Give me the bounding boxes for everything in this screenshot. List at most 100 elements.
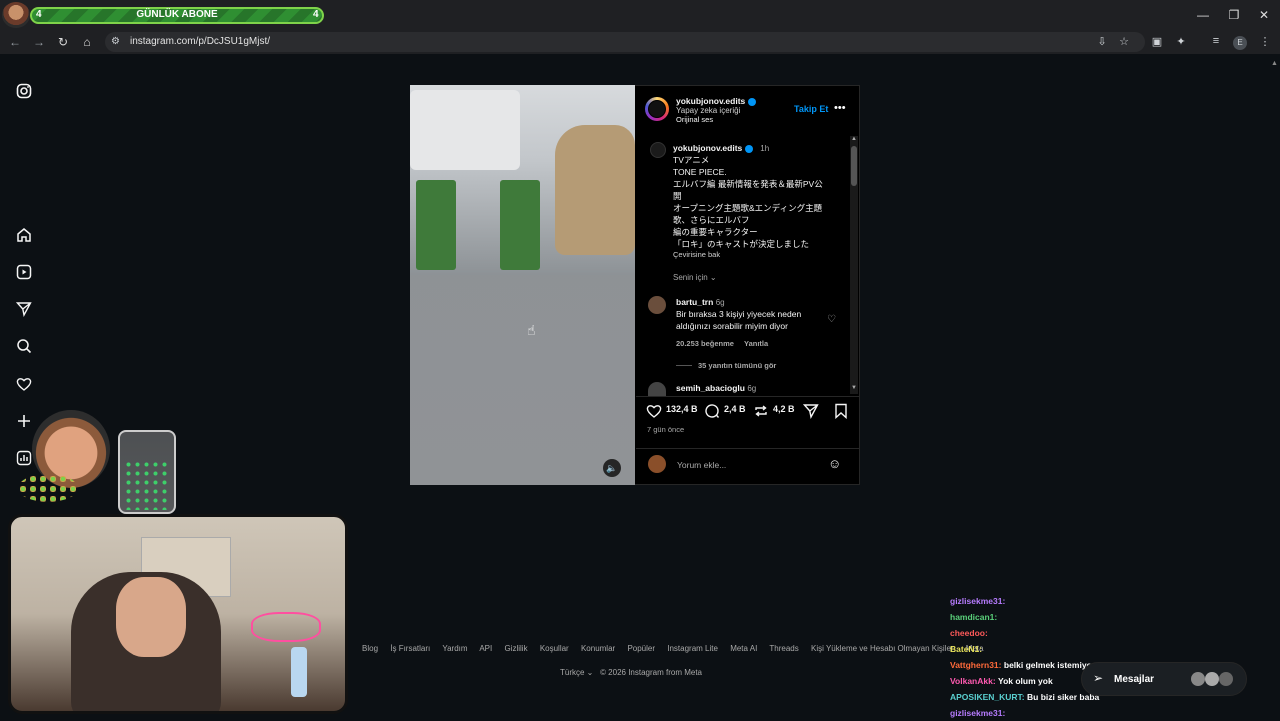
send-icon: ➢ (1093, 671, 1104, 685)
caption-text: TVアニメ TONE PIECE. エルバフ編 最新情報を発表＆最新PV公 開 … (673, 155, 823, 249)
post-author-avatar-inner (648, 100, 666, 118)
repost-icon[interactable] (753, 403, 769, 424)
chat-line: BateN1: (950, 644, 983, 654)
emoji-icon[interactable]: ☺ (828, 456, 841, 471)
repost-count[interactable]: 4,2 B (773, 404, 795, 414)
site-info-icon[interactable]: ⚙ (111, 36, 120, 47)
profile-icon[interactable]: E (1233, 36, 1247, 50)
search-icon[interactable] (14, 338, 34, 358)
emote-coins (18, 474, 78, 502)
viewer-avatar (648, 455, 666, 473)
video-van (410, 90, 520, 170)
extensions-icon[interactable]: ✦ (1173, 35, 1189, 48)
streamer-avatar (2, 2, 30, 28)
footer-link[interactable]: Yardım (442, 644, 467, 653)
footer-link[interactable]: Meta AI (730, 644, 757, 653)
comment-text-line1: Bir bıraksa 3 kişiyi yiyecek neden (676, 309, 802, 319)
page-scrollbar[interactable] (1270, 60, 1280, 720)
scroll-up-icon[interactable]: ▲ (1271, 60, 1278, 67)
footer-link[interactable]: İş Fırsatları (390, 644, 430, 653)
scroll-up-icon[interactable]: ▲ (851, 136, 857, 142)
install-icon[interactable]: ⇩ (1094, 35, 1110, 48)
reload-icon[interactable]: ↻ (55, 35, 71, 49)
footer-link[interactable]: API (479, 644, 492, 653)
home-browser-icon[interactable]: ⌂ (79, 35, 95, 49)
footer-link[interactable]: Gizlilik (504, 644, 527, 653)
streamer-face (116, 577, 186, 657)
heart-icon[interactable] (14, 376, 34, 396)
menu-icon[interactable]: ⋮ (1257, 35, 1273, 48)
messages-label[interactable]: Mesajlar (1114, 674, 1154, 685)
caption-avatar[interactable] (650, 142, 666, 158)
minimize-icon[interactable]: — (1193, 8, 1213, 22)
view-replies-link[interactable]: 35 yanıtın tümünü gör (698, 361, 776, 370)
chat-line: gizlisekme31: (950, 708, 1006, 718)
close-icon[interactable]: ✕ (1254, 8, 1274, 22)
back-icon[interactable]: ← (7, 35, 23, 49)
verified-icon (748, 97, 757, 106)
comment-icon[interactable] (704, 403, 720, 424)
video-trash-bin (416, 180, 456, 270)
message-avatar (1219, 672, 1233, 686)
reply-button[interactable]: Yanıtla (744, 339, 768, 348)
verified-icon (745, 144, 754, 153)
plus-icon[interactable] (14, 413, 34, 433)
instagram-logo-icon[interactable] (14, 83, 34, 103)
sidebar-icon[interactable]: ▣ (1149, 35, 1165, 48)
footer-link[interactable]: Kişi Yükleme ve Hesabı Olmayan Kişiler (811, 644, 954, 653)
see-translation-link[interactable]: Çevirisine bak (673, 250, 720, 259)
footer-links: Blog İş Fırsatları Yardım API Gizlilik K… (362, 644, 994, 653)
footer-link[interactable]: Threads (769, 644, 798, 653)
share-icon[interactable] (802, 403, 819, 424)
footer-link[interactable]: Koşullar (540, 644, 569, 653)
comment-avatar[interactable] (648, 296, 666, 314)
chat-line: cheedoo: (950, 628, 988, 638)
comment-count[interactable]: 2,4 B (724, 404, 746, 414)
restore-icon[interactable]: ❐ (1224, 8, 1244, 22)
jar-coins (124, 460, 170, 510)
language-select[interactable]: Türkçe ⌄ (560, 668, 593, 677)
chat-line: gizlisekme31: (950, 596, 1006, 606)
water-bottle (291, 647, 307, 697)
audio-label[interactable]: Orijinal ses (676, 115, 713, 124)
footer-link[interactable]: Blog (362, 644, 378, 653)
sound-icon[interactable]: 🔈 (603, 459, 621, 477)
subscriber-right-value: 4 (313, 9, 319, 20)
forward-icon[interactable]: → (31, 35, 47, 49)
chat-line: hamdican1: (950, 612, 998, 622)
comment-like-icon[interactable]: ♡ (827, 314, 836, 325)
video-trash-bin (500, 180, 540, 270)
message-avatar (1191, 672, 1205, 686)
for-you-dropdown[interactable]: Senin için ⌄ (673, 273, 717, 282)
home-icon[interactable] (14, 227, 34, 247)
add-comment-bar (636, 448, 859, 484)
save-icon[interactable] (833, 403, 849, 424)
reels-icon[interactable] (14, 264, 34, 284)
scroll-down-icon[interactable]: ▼ (851, 385, 857, 391)
bookmark-star-icon[interactable]: ☆ (1116, 35, 1132, 48)
stats-icon[interactable] (14, 450, 34, 470)
footer-link[interactable]: Popüler (627, 644, 655, 653)
like-icon[interactable] (646, 403, 662, 424)
send-icon[interactable] (14, 301, 34, 321)
follow-button[interactable]: Takip Et (794, 104, 828, 114)
comment-input[interactable]: Yorum ekle... (677, 460, 726, 470)
footer-link[interactable]: Konumlar (581, 644, 615, 653)
message-avatar (1205, 672, 1219, 686)
comments-scrollbar-thumb[interactable] (851, 146, 857, 186)
comment-likes[interactable]: 20.253 beğenme (676, 339, 734, 348)
media-icon[interactable]: ≡ (1208, 35, 1224, 47)
url-text[interactable]: instagram.com/p/DcJSU1gMjst/ (130, 36, 270, 47)
replies-divider (676, 365, 692, 366)
more-options-icon[interactable]: ••• (834, 102, 846, 114)
webcam-overlay (8, 514, 348, 714)
video-dog (555, 125, 635, 255)
footer-link[interactable]: Instagram Lite (667, 644, 718, 653)
mouse-cursor-icon: ☝ (527, 322, 536, 338)
comment-author[interactable]: semih_abacioglu 6g (676, 382, 756, 395)
like-count[interactable]: 132,4 B (666, 404, 698, 414)
ai-content-label: Yapay zeka içeriği (676, 106, 741, 115)
comment-avatar[interactable] (648, 382, 666, 396)
post-video[interactable] (410, 85, 635, 485)
stream-chat: gizlisekme31: hamdican1: cheedoo: BateN1… (950, 593, 1150, 721)
